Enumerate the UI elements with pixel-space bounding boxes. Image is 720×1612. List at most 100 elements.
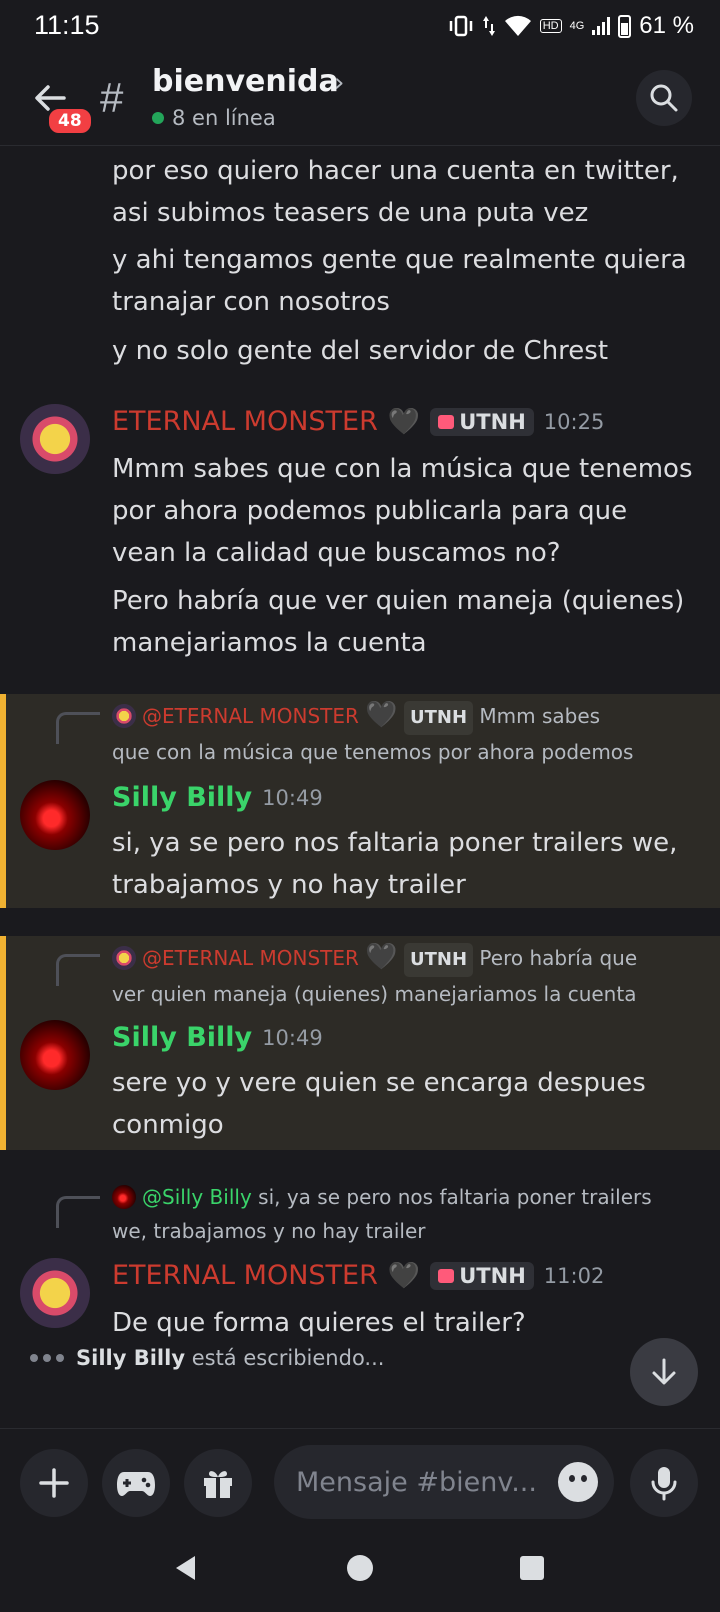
server-tag-label: UTNH [459,1263,526,1288]
reply-preview[interactable]: @Silly Billy si, ya se pero nos faltaria… [112,1180,690,1248]
chevron-right-icon[interactable]: › [334,68,344,98]
circle-home-icon [347,1555,373,1581]
message-list[interactable]: por eso quiero hacer una cuenta en twitt… [0,146,720,1428]
gift-button[interactable] [184,1449,252,1517]
message-input[interactable]: Mensaje #bienv... [274,1445,614,1519]
reply-text: Pero habría que [479,946,638,970]
reply-spine [56,1196,100,1228]
author-name[interactable]: ETERNAL MONSTER [112,1260,378,1291]
message-header: Silly Billy 10:49 [112,782,323,813]
hd-icon: HD [539,19,562,33]
reply-author: @ETERNAL MONSTER [142,704,359,728]
reply-text: we, trabajamos y no hay trailer [112,1219,426,1243]
triangle-back-icon [176,1556,195,1580]
timestamp: 10:49 [262,1025,323,1050]
reply-avatar [112,704,136,728]
reply-text: si, ya se pero nos faltaria poner traile… [258,1185,652,1209]
reply-author: @Silly Billy [142,1185,252,1209]
reply-avatar [112,1185,136,1209]
message-line: por eso quiero hacer una cuenta en twitt… [112,156,679,186]
system-nav-bar [0,1528,720,1612]
vibrate-icon [449,15,472,37]
message-line: y ahi tengamos gente que realmente quier… [112,245,687,275]
message-line: Mmm sabes que con la música que tenemos [112,454,693,484]
heart-icon: 🖤 [387,406,421,437]
reply-spine [56,954,100,986]
avatar[interactable] [20,404,90,474]
heart-pixel-icon [438,414,455,429]
heart-icon: 🖤 [387,1260,421,1291]
reply-spine [56,712,100,744]
timestamp: 10:49 [262,785,323,810]
avatar[interactable] [20,1020,90,1090]
battery-icon [618,14,632,38]
server-tag[interactable]: UTNH [430,1261,534,1290]
message-line: sere yo y vere quien se encarga despues [112,1068,646,1098]
channel-header: 48 # bienvenida › 8 en línea [0,54,720,146]
message-line: y no solo gente del servidor de Chrest [112,336,609,366]
reply-text: ver quien maneja (quienes) manejariamos … [112,982,637,1006]
nav-back-button[interactable] [166,1548,206,1588]
message-line: De que forma quieres el trailer? [112,1308,526,1338]
message-line: vean la calidad que buscamos no? [112,538,561,568]
nav-recents-button[interactable] [512,1548,552,1588]
typing-user: Silly Billy [76,1346,186,1370]
server-tag-label: UTNH [459,409,526,434]
message-line: tranajar con nosotros [112,287,390,317]
status-icons: HD 4G 61 % [448,10,694,42]
battery-percent: 61 % [639,12,694,39]
reply-avatar [112,946,136,970]
timestamp: 11:02 [543,1263,605,1288]
author-name[interactable]: ETERNAL MONSTER [112,406,378,437]
reply-text: que con la música que tenemos por ahora … [112,740,634,764]
square-recents-icon [520,1556,544,1580]
microphone-icon [651,1467,677,1501]
author-name[interactable]: Silly Billy [112,782,252,813]
timestamp: 10:25 [543,409,605,434]
arrow-down-icon [652,1358,676,1385]
signal-icon [592,17,611,35]
reply-preview[interactable]: @ETERNAL MONSTER 🖤 UTNH Pero habría que … [112,940,690,1011]
gift-icon [204,1471,232,1498]
message-line: por ahora podemos publicarla para que [112,496,628,526]
wifi-icon [504,15,531,36]
add-attachment-button[interactable] [20,1449,88,1517]
avatar[interactable] [20,1258,90,1328]
message-input-placeholder: Mensaje #bienv... [296,1466,537,1498]
reply-preview[interactable]: @ETERNAL MONSTER 🖤 UTNH Mmm sabes que co… [112,698,690,769]
heart-icon: 🖤 [365,700,398,730]
voice-message-button[interactable] [630,1449,698,1517]
online-status: 8 en línea [152,106,276,130]
channel-title[interactable]: bienvenida [152,64,339,99]
server-tag[interactable]: UTNH [430,407,534,436]
message-header: ETERNAL MONSTER 🖤 UTNH 10:25 [112,406,604,437]
message-line: manejariamos la cuenta [112,628,427,658]
emoji-icon[interactable] [558,1462,598,1502]
composer-bar: Mensaje #bienv... [0,1428,720,1528]
typing-text: está escribiendo... [191,1346,385,1370]
typing-dots-icon [30,1354,64,1362]
message-line: conmigo [112,1110,224,1140]
message-line: trabajamos y no hay trailer [112,870,466,900]
reply-tag: UTNH [404,943,474,977]
reply-text: Mmm sabes [479,704,601,728]
typing-indicator: Silly Billy está escribiendo... [30,1346,384,1370]
plus-icon [39,1468,69,1498]
nav-home-button[interactable] [340,1548,380,1588]
reply-author: @ETERNAL MONSTER [142,946,359,970]
avatar[interactable] [20,780,90,850]
author-name[interactable]: Silly Billy [112,1022,252,1053]
network-label: 4G [569,20,585,32]
status-bar: 11:15 HD 4G 61 % [0,0,720,54]
clock: 11:15 [34,10,100,40]
hash-icon: # [100,74,124,121]
activities-button[interactable] [102,1449,170,1517]
message-line: si, ya se pero nos faltaria poner traile… [112,828,678,858]
message-line: asi subimos teasers de una puta vez [112,198,589,228]
data-arrows-icon [482,16,495,36]
search-button[interactable] [636,70,692,126]
reply-tag: UTNH [404,701,474,735]
jump-to-bottom-button[interactable] [630,1338,698,1406]
message-header: ETERNAL MONSTER 🖤 UTNH 11:02 [112,1260,604,1291]
heart-pixel-icon [438,1268,455,1283]
